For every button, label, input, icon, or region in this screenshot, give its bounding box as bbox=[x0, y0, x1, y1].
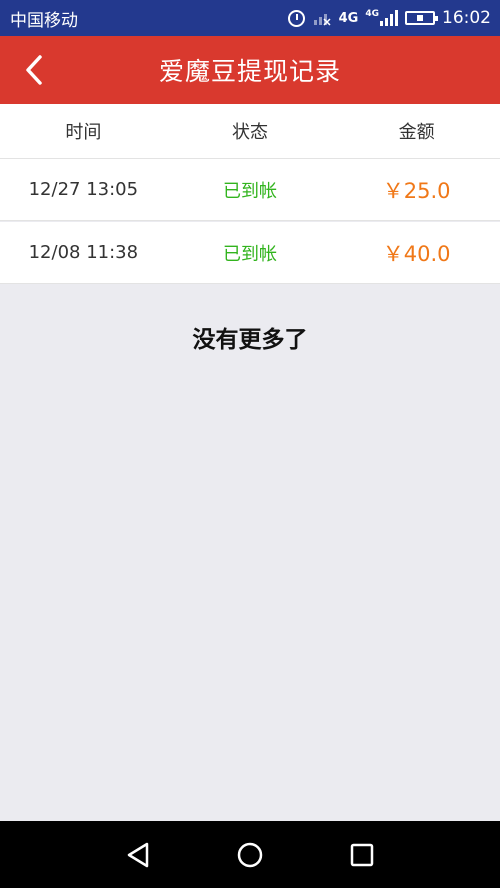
table-header: 时间 状态 金额 bbox=[0, 104, 500, 159]
row-amount: ￥40.0 bbox=[382, 241, 451, 266]
row-time: 12/08 11:38 bbox=[28, 242, 139, 263]
battery-icon bbox=[405, 11, 438, 25]
alarm-icon bbox=[287, 9, 305, 27]
chevron-left-icon bbox=[26, 55, 42, 85]
status-icons: 4G 4G 16:02 bbox=[287, 8, 491, 28]
status-bar: 中国移动 4G 4G 16:02 bbox=[0, 0, 500, 36]
column-header-status: 状态 bbox=[231, 122, 268, 143]
navigation-bar bbox=[0, 821, 500, 888]
app-header: 爱魔豆提现记录 bbox=[0, 36, 500, 104]
back-triangle-icon bbox=[127, 842, 149, 867]
row-time: 12/27 13:05 bbox=[28, 179, 139, 200]
clock: 16:02 bbox=[442, 8, 491, 28]
network-4g-icon: 4G bbox=[338, 10, 359, 26]
row-status: 已到帐 bbox=[222, 180, 277, 202]
carrier-label: 中国移动 bbox=[10, 10, 78, 31]
signal-4g-icon: 4G bbox=[365, 10, 398, 26]
screen: 中国移动 4G 4G 16:02 爱魔豆提现记录 时间 状态 金额 12/27 … bbox=[0, 0, 500, 888]
nav-recents-button[interactable] bbox=[342, 835, 382, 875]
row-amount: ￥25.0 bbox=[382, 178, 451, 203]
page-title: 爱魔豆提现记录 bbox=[158, 57, 341, 86]
recents-square-icon bbox=[350, 843, 374, 866]
signal-no-sim-icon bbox=[312, 10, 332, 26]
table-row[interactable]: 12/08 11:38 已到帐 ￥40.0 bbox=[0, 222, 500, 284]
home-circle-icon bbox=[237, 842, 263, 867]
no-more-message: 没有更多了 bbox=[192, 327, 308, 353]
column-header-amount: 金额 bbox=[398, 122, 435, 143]
column-header-time: 时间 bbox=[65, 122, 102, 143]
nav-back-button[interactable] bbox=[118, 835, 158, 875]
row-status: 已到帐 bbox=[222, 243, 277, 265]
nav-home-button[interactable] bbox=[230, 835, 270, 875]
table-row[interactable]: 12/27 13:05 已到帐 ￥25.0 bbox=[0, 159, 500, 221]
back-button[interactable] bbox=[14, 50, 54, 90]
